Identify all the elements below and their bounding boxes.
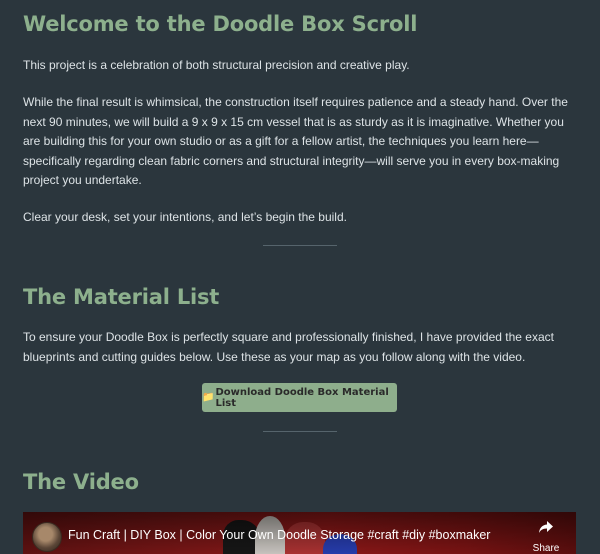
share-label: Share: [532, 543, 560, 554]
share-button[interactable]: Share: [528, 520, 564, 554]
download-material-list-button[interactable]: 📁 Download Doodle Box Material List: [202, 383, 397, 412]
material-list-heading: The Material List: [23, 285, 220, 309]
folder-icon: 📁: [202, 392, 215, 403]
video-embed[interactable]: Fun Craft | DIY Box | Color Your Own Doo…: [23, 512, 576, 554]
share-arrow-icon: [528, 520, 564, 537]
intro-paragraph-1: This project is a celebration of both st…: [23, 58, 410, 72]
section-divider: [263, 245, 337, 246]
channel-avatar[interactable]: [32, 522, 62, 552]
intro-paragraph-3: Clear your desk, set your intentions, an…: [23, 210, 347, 224]
video-title-link[interactable]: Fun Craft | DIY Box | Color Your Own Doo…: [68, 528, 538, 542]
section-divider: [263, 431, 337, 432]
video-heading: The Video: [23, 470, 139, 494]
page: Welcome to the Doodle Box Scroll This pr…: [0, 0, 600, 554]
download-button-label: Download Doodle Box Material List: [215, 386, 389, 409]
welcome-heading: Welcome to the Doodle Box Scroll: [23, 12, 418, 36]
material-list-paragraph: To ensure your Doodle Box is perfectly s…: [23, 330, 554, 364]
intro-paragraph-2: While the final result is whimsical, the…: [23, 95, 568, 187]
